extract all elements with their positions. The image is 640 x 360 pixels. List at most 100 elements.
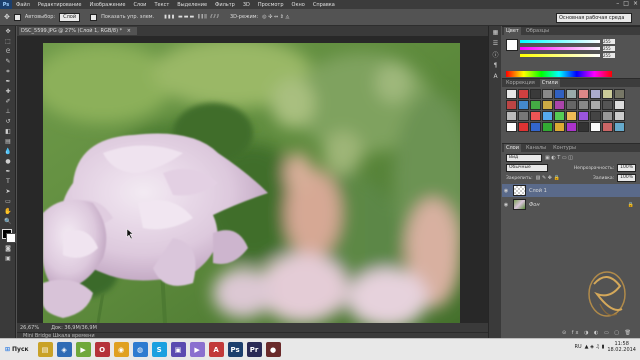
layer-filter-icons[interactable]: ▣ ◐ T ▭ ◫ [545,155,573,161]
eyedropper-tool-icon[interactable]: ✒ [2,77,14,86]
autoselect-dropdown[interactable]: Слой [59,12,81,22]
red-value[interactable]: 255 [603,39,615,44]
close-icon[interactable]: × [633,0,638,7]
style-swatch[interactable] [566,122,577,132]
media-icon[interactable]: ▶ [75,342,91,357]
style-swatch[interactable] [530,100,541,110]
fill-field[interactable]: 100% [617,174,636,182]
layer-filter-dropdown[interactable]: Вид [506,154,542,162]
gradient-tool-icon[interactable]: ▤ [2,137,14,146]
red-slider[interactable]: 255 [502,38,640,45]
history-icon[interactable]: ▦ [491,28,500,37]
healing-tool-icon[interactable]: ✚ [2,87,14,96]
style-swatch[interactable] [614,111,625,121]
chrome-icon[interactable]: ◉ [113,342,129,357]
app-icon[interactable]: ◈ [56,342,72,357]
green-slider-track[interactable] [520,47,600,50]
background-color-swatch[interactable] [6,233,16,243]
quick-select-tool-icon[interactable]: ✎ [2,57,14,66]
history-brush-tool-icon[interactable]: ↺ [2,117,14,126]
hand-tool-icon[interactable]: ✋ [2,207,14,216]
menu-file[interactable]: Файл [12,2,34,8]
menu-help[interactable]: Справка [309,2,339,8]
style-swatch[interactable] [566,89,577,99]
maximize-icon[interactable]: □ [623,0,629,7]
shape-tool-icon[interactable]: ▭ [2,197,14,206]
zoom-level[interactable]: 26,67% [20,325,39,331]
zoom-tool-icon[interactable]: 🔍 [2,217,14,226]
layer-row[interactable]: ◉ Фон 🔒 [502,198,640,211]
eraser-tool-icon[interactable]: ◧ [2,127,14,136]
language-indicator[interactable]: RU [575,344,582,350]
video-app-icon[interactable]: ▣ [170,342,186,357]
tray-icons[interactable]: ▲ ◈ ♫ ▮ [585,344,605,350]
layer-name[interactable]: Слой 1 [529,188,547,194]
lock-icons[interactable]: ▨ ✎ ✥ 🔒 [536,175,560,181]
align-buttons[interactable]: ▮▮▮ ▬▬▬ ⫼⫼⫼ ⫽⫽⫽ [164,14,220,20]
style-swatch[interactable] [578,122,589,132]
info-icon[interactable]: ⓘ [491,50,500,59]
style-swatch[interactable] [554,111,565,121]
style-swatch[interactable] [578,100,589,110]
menu-window[interactable]: Окно [288,2,309,8]
blue-value[interactable]: 255 [603,53,615,58]
menu-image[interactable]: Изображение [85,2,129,8]
character-icon[interactable]: A [491,72,500,81]
style-swatch[interactable] [614,122,625,132]
red-slider-track[interactable] [520,40,600,43]
adobe-app-icon[interactable]: A [208,342,224,357]
quick-mask-icon[interactable]: ◙ [2,244,14,253]
style-swatch[interactable] [542,89,553,99]
style-swatch[interactable] [530,111,541,121]
type-tool-icon[interactable]: T [2,177,14,186]
style-swatch[interactable] [542,111,553,121]
blue-slider[interactable]: 255 [502,52,640,59]
blend-mode-dropdown[interactable]: Обычные [506,164,548,172]
blue-slider-track[interactable] [520,54,600,57]
style-swatch[interactable] [518,122,529,132]
crop-tool-icon[interactable]: ⌗ [2,67,14,76]
menu-select[interactable]: Выделение [173,2,211,8]
style-swatch[interactable] [554,122,565,132]
tab-channels[interactable]: Каналы [524,144,548,152]
visibility-eye-icon[interactable]: ◉ [502,202,510,208]
dodge-tool-icon[interactable]: ● [2,157,14,166]
firefox-icon[interactable]: ◍ [132,342,148,357]
style-swatch[interactable] [506,100,517,110]
color-spectrum-bar[interactable] [506,71,612,77]
visibility-eye-icon[interactable]: ◉ [502,188,510,194]
minimize-icon[interactable]: – [616,0,619,7]
style-swatch[interactable] [614,100,625,110]
paragraph-icon[interactable]: ¶ [491,61,500,70]
recorder-icon[interactable]: ● [265,342,281,357]
menu-layers[interactable]: Слои [129,2,150,8]
menu-edit[interactable]: Редактирование [34,2,86,8]
style-swatch[interactable] [566,100,577,110]
style-swatch[interactable] [614,89,625,99]
layer-action-icons[interactable]: ⊝ fx ◑ ◐ ▭ ▢ 🗑 [562,330,633,336]
tab-adjustments[interactable]: Коррекция [504,79,537,87]
menu-3d[interactable]: 3D [239,2,254,8]
style-swatch[interactable] [518,111,529,121]
lasso-tool-icon[interactable]: ᘓ [2,47,14,56]
show-controls-checkbox[interactable] [90,13,98,21]
brush-tool-icon[interactable]: ✐ [2,97,14,106]
green-slider[interactable]: 255 [502,45,640,52]
style-swatch[interactable] [590,89,601,99]
style-swatch[interactable] [602,100,613,110]
green-value[interactable]: 255 [603,46,615,51]
tab-layers[interactable]: Слои [504,144,521,152]
3d-mode-buttons[interactable]: ◎ ✣ ⇔ ⇕ ◬ [262,14,289,20]
move-tool-icon[interactable]: ✥ [2,27,14,36]
style-swatch[interactable] [602,89,613,99]
layer-row[interactable]: ◉ Слой 1 [502,184,640,197]
menu-type[interactable]: Текст [150,2,173,8]
tab-color[interactable]: Цвет [504,27,521,35]
properties-icon[interactable]: ☰ [491,39,500,48]
style-swatch[interactable] [530,89,541,99]
move-tool-icon[interactable]: ✥ [4,13,10,21]
style-swatch[interactable] [590,122,601,132]
style-swatch[interactable] [578,89,589,99]
premiere-taskbar-icon[interactable]: Pr [246,342,262,357]
color-swatches[interactable] [2,229,16,243]
